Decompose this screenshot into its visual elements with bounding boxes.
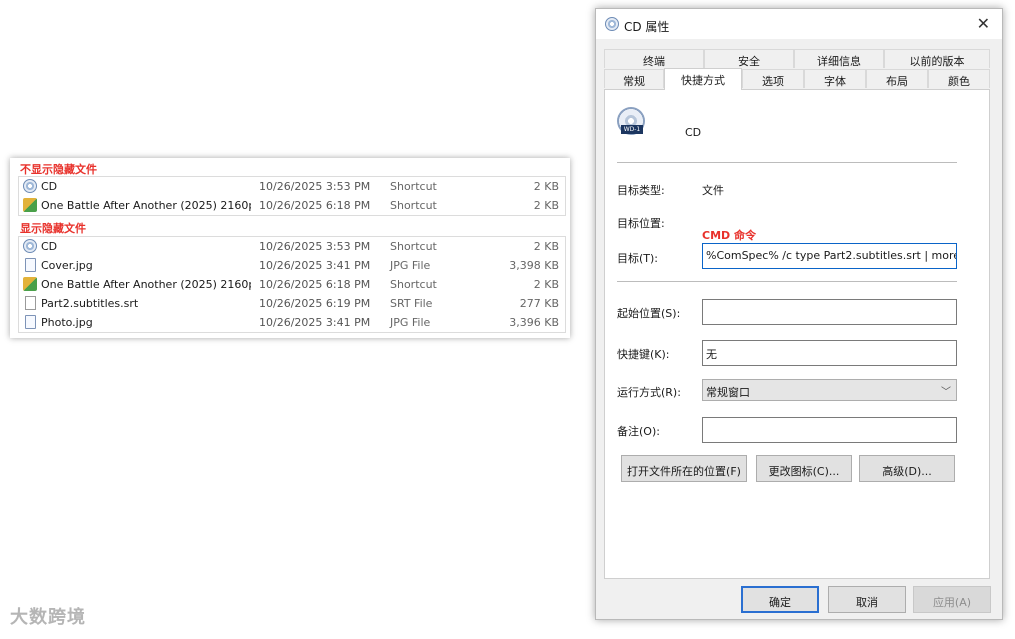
file-date: 10/26/2025 6:18 PM [259,278,371,291]
tab-layout[interactable]: 布局 [866,69,928,88]
file-date: 10/26/2025 6:18 PM [259,199,371,212]
change-icon-button[interactable]: 更改图标(C)... [756,455,852,482]
title-bar: CD 属性 ✕ [596,9,1002,39]
file-type: SRT File [390,297,433,310]
file-type: JPG File [390,259,431,272]
file-size: 3,396 KB [509,316,559,329]
start-in-label: 起始位置(S): [617,307,681,320]
hotkey-label: 快捷键(K): [617,348,670,361]
file-size: 2 KB [533,278,559,291]
hidden-files-off-label: 不显示隐藏文件 [20,163,97,176]
target-field[interactable]: %ComSpec% /c type Part2.subtitles.srt | … [702,243,957,269]
cd-icon [23,179,37,193]
cd-icon [605,17,619,31]
file-date: 10/26/2025 3:53 PM [259,240,371,253]
file-row[interactable]: One Battle After Another (2025) 2160p A.… [19,275,565,294]
file-row[interactable]: CD 10/26/2025 3:53 PM Shortcut 2 KB [19,177,565,196]
tab-colors[interactable]: 颜色 [928,69,990,88]
file-row[interactable]: One Battle After Another (2025) 2160p A.… [19,196,565,215]
tab-font[interactable]: 字体 [804,69,866,88]
file-group-hidden-on: CD 10/26/2025 3:53 PM Shortcut 2 KB Cove… [18,236,566,333]
image-file-icon [25,315,36,329]
video-shortcut-icon [23,198,37,212]
file-name: One Battle After Another (2025) 2160p A.… [41,278,251,291]
target-type-value: 文件 [702,184,724,197]
shortcut-tab-page: WD-1 CD 目标类型: 文件 目标位置: CMD 命令 目标(T): %Co… [604,89,990,579]
tab-details[interactable]: 详细信息 [794,49,884,68]
file-row[interactable]: Part2.subtitles.srt 10/26/2025 6:19 PM S… [19,294,565,313]
file-name: CD [41,240,58,253]
close-icon[interactable]: ✕ [977,14,990,33]
file-name: CD [41,180,58,193]
run-mode-value: 常规窗口 [706,386,750,399]
hidden-files-on-label: 显示隐藏文件 [20,222,86,235]
icon-badge: WD-1 [621,125,643,134]
file-size: 2 KB [533,180,559,193]
file-date: 10/26/2025 6:19 PM [259,297,371,310]
text-file-icon [25,296,36,310]
file-name: Cover.jpg [41,259,93,272]
cd-icon: WD-1 [617,107,645,135]
file-row[interactable]: Cover.jpg 10/26/2025 3:41 PM JPG File 3,… [19,256,565,275]
target-label: 目标(T): [617,252,659,265]
file-row[interactable]: Photo.jpg 10/26/2025 3:41 PM JPG File 3,… [19,313,565,332]
tab-terminal[interactable]: 终端 [604,49,704,68]
file-type: Shortcut [390,278,437,291]
file-type: JPG File [390,316,431,329]
file-size: 277 KB [519,297,559,310]
divider [617,162,957,163]
file-date: 10/26/2025 3:41 PM [259,259,371,272]
tab-options[interactable]: 选项 [742,69,804,88]
run-mode-select[interactable]: 常规窗口 ﹀ [702,379,957,401]
file-type: Shortcut [390,199,437,212]
watermark-logo: 大数跨境 [10,607,86,628]
run-label: 运行方式(R): [617,386,681,399]
file-type: Shortcut [390,180,437,193]
file-date: 10/26/2025 3:53 PM [259,180,371,193]
file-size: 2 KB [533,199,559,212]
target-type-label: 目标类型: [617,184,665,197]
file-name: Photo.jpg [41,316,93,329]
cmd-annotation: CMD 命令 [702,229,756,242]
open-file-location-button[interactable]: 打开文件所在的位置(F) [621,455,747,482]
cancel-button[interactable]: 取消 [828,586,906,613]
explorer-file-list-panel: 不显示隐藏文件 CD 10/26/2025 3:53 PM Shortcut 2… [10,158,570,338]
file-size: 3,398 KB [509,259,559,272]
apply-button[interactable]: 应用(A) [913,586,991,613]
target-location-label: 目标位置: [617,217,665,230]
start-in-field[interactable] [702,299,957,325]
file-name: Part2.subtitles.srt [41,297,139,310]
tab-security[interactable]: 安全 [704,49,794,68]
file-date: 10/26/2025 3:41 PM [259,316,371,329]
hotkey-field[interactable]: 无 [702,340,957,366]
file-row[interactable]: CD 10/26/2025 3:53 PM Shortcut 2 KB [19,237,565,256]
dialog-title: CD 属性 [624,20,670,34]
ok-button[interactable]: 确定 [741,586,819,613]
chevron-down-icon: ﹀ [941,387,951,398]
tab-general[interactable]: 常规 [604,69,664,88]
cd-icon [23,239,37,253]
file-type: Shortcut [390,240,437,253]
file-size: 2 KB [533,240,559,253]
comment-label: 备注(O): [617,425,660,438]
tab-previous-versions[interactable]: 以前的版本 [884,49,990,68]
file-name: One Battle After Another (2025) 2160p A.… [41,199,251,212]
properties-dialog: CD 属性 ✕ 终端 安全 详细信息 以前的版本 常规 快捷方式 选项 字体 布… [595,8,1003,620]
image-file-icon [25,258,36,272]
file-group-hidden-off: CD 10/26/2025 3:53 PM Shortcut 2 KB One … [18,176,566,216]
shortcut-name: CD [685,126,702,139]
video-shortcut-icon [23,277,37,291]
advanced-button[interactable]: 高级(D)... [859,455,955,482]
tab-shortcut[interactable]: 快捷方式 [664,68,742,90]
comment-field[interactable] [702,417,957,443]
divider [617,281,957,282]
